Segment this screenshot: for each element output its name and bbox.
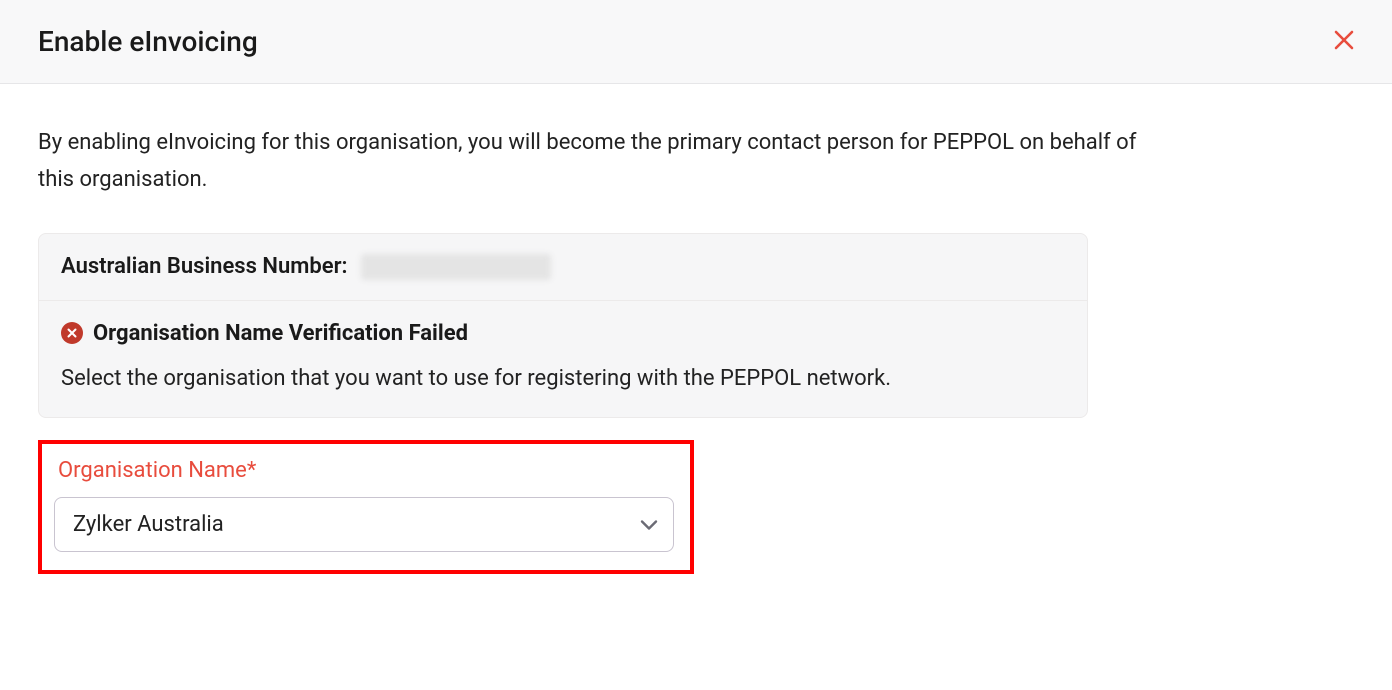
org-name-select[interactable]: Zylker Australia [54,497,674,552]
close-icon [1334,30,1354,50]
abn-value-redacted [361,254,551,280]
org-name-highlight: Organisation Name* Zylker Australia [38,440,694,574]
modal-header: Enable eInvoicing [0,0,1392,84]
error-row: Organisation Name Verification Failed Se… [39,300,1087,417]
error-description: Select the organisation that you want to… [61,360,1065,397]
org-name-label: Organisation Name* [54,454,678,483]
error-icon [61,322,83,344]
intro-text: By enabling eInvoicing for this organisa… [38,124,1168,199]
org-name-value: Zylker Australia [73,512,224,537]
info-panel: Australian Business Number: Organisation… [38,233,1088,418]
abn-label: Australian Business Number: [61,254,347,279]
modal-title: Enable eInvoicing [38,25,258,58]
abn-row: Australian Business Number: [39,234,1087,300]
modal-body: By enabling eInvoicing for this organisa… [0,84,1392,604]
error-title: Organisation Name Verification Failed [93,321,468,346]
close-button[interactable] [1334,29,1354,55]
